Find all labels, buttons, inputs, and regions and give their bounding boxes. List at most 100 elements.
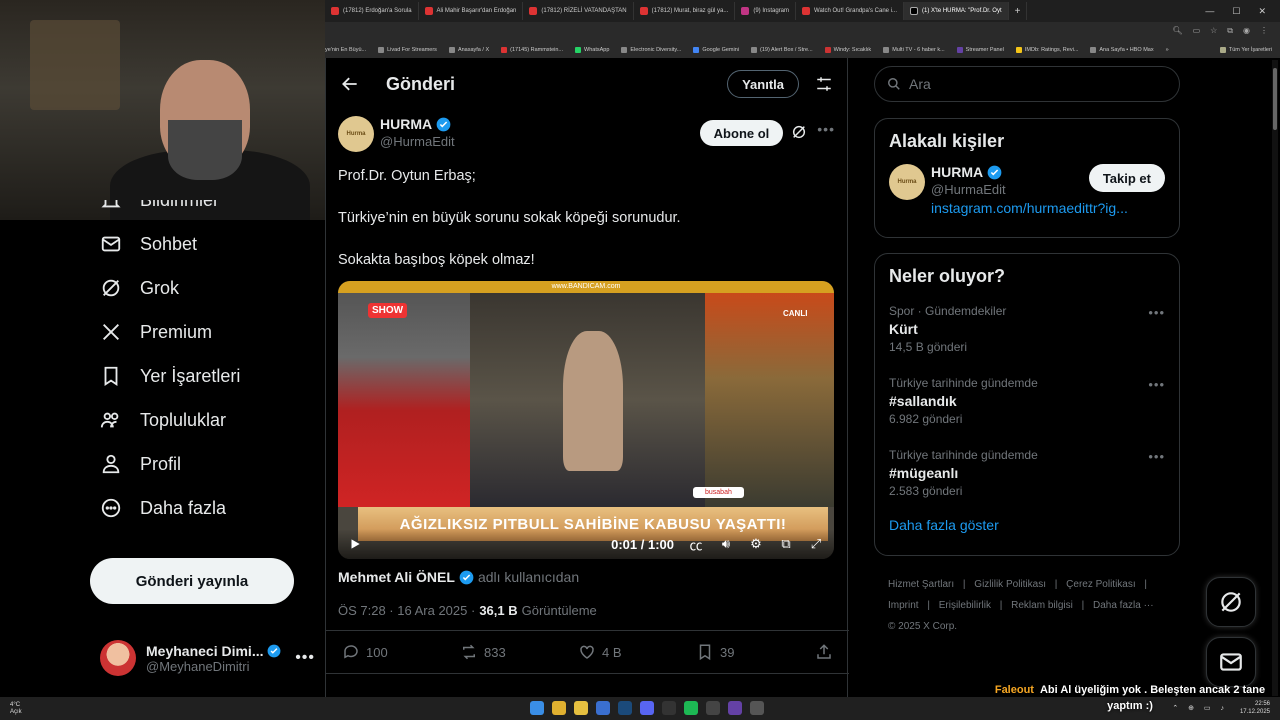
footer-link[interactable]: Reklam bilgisi — [1011, 600, 1073, 611]
discord-icon[interactable] — [640, 701, 654, 715]
browser-tab[interactable]: (17812) Murat, biraz gül ya... — [634, 2, 736, 20]
filter-icon[interactable] — [815, 75, 833, 93]
nav-item-communities[interactable]: Topluluklar — [90, 398, 320, 442]
app-icon[interactable] — [728, 701, 742, 715]
footer-link[interactable]: Çerez Politikası — [1066, 579, 1135, 590]
share-icon[interactable] — [815, 643, 833, 661]
post-more-icon[interactable]: ••• — [817, 121, 835, 137]
star-icon[interactable]: ☆ — [1210, 26, 1217, 36]
app-icon[interactable] — [706, 701, 720, 715]
footer-link[interactable]: Imprint — [888, 600, 919, 611]
menu-icon[interactable]: ⋮ — [1260, 26, 1268, 36]
trend-item[interactable]: Türkiye tarihinde gündemde #sallandık 6.… — [875, 365, 1179, 437]
footer-link[interactable]: Erişilebilirlik — [939, 600, 991, 611]
browser-tab[interactable]: Ali Mahir Başarır'dan Erdoğan — [419, 2, 524, 20]
settings-gear-icon[interactable]: ⚙ — [748, 536, 764, 552]
nav-item-chat[interactable]: Sohbet — [90, 222, 320, 266]
footer-link[interactable]: Daha fazla ··· — [1093, 600, 1154, 611]
maximize-icon[interactable]: ☐ — [1232, 6, 1240, 17]
bookmark[interactable]: Anasayfa / X — [448, 47, 489, 53]
reply-action[interactable]: 100 — [342, 643, 460, 661]
nav-item-notifications[interactable]: Bildirimler — [90, 200, 320, 222]
windows-start-icon[interactable] — [530, 701, 544, 715]
show-more-link[interactable]: Daha fazla göster — [875, 509, 1179, 547]
avatar[interactable]: Hurma — [338, 116, 374, 152]
bookmark[interactable]: Electronic Diversity... — [621, 47, 681, 53]
footer-link[interactable]: Gizlilik Politikası — [974, 579, 1046, 590]
nav-item-grok[interactable]: Grok — [90, 266, 320, 310]
fullscreen-icon[interactable]: ⤢ — [808, 536, 824, 552]
related-bio-link[interactable]: instagram.com/hurmaedittr?ig... — [931, 200, 1128, 216]
grok-fab-button[interactable] — [1206, 577, 1256, 627]
back-arrow-icon[interactable] — [340, 74, 360, 94]
nav-item-more[interactable]: Daha fazla — [90, 486, 320, 530]
reply-button[interactable]: Yanıtla — [727, 70, 799, 98]
related-person[interactable]: Hurma HURMA @HurmaEdit Takip et — [875, 152, 1179, 200]
source-author-name[interactable]: Mehmet Ali ÖNEL — [338, 569, 455, 585]
pip-icon[interactable]: ⧉ — [778, 536, 794, 552]
post-button[interactable]: Gönderi yayınla — [90, 558, 294, 604]
nav-item-profile[interactable]: Profil — [90, 442, 320, 486]
trend-more-icon[interactable]: ••• — [1148, 305, 1165, 320]
account-more-icon[interactable]: ••• — [295, 649, 315, 667]
captions-icon[interactable]: ㏄ — [688, 536, 704, 553]
nav-item-premium[interactable]: Premium — [90, 310, 320, 354]
trend-more-icon[interactable]: ••• — [1148, 449, 1165, 464]
messages-fab-button[interactable] — [1206, 637, 1256, 687]
bookmark[interactable]: Google Gemini — [693, 47, 739, 53]
volume-icon[interactable]: 🔊︎ — [718, 536, 734, 552]
play-icon[interactable] — [348, 537, 362, 551]
nav-item-bookmarks[interactable]: Yer İşaretleri — [90, 354, 320, 398]
trend-item[interactable]: Türkiye tarihinde gündemde #mügeanlı 2.5… — [875, 437, 1179, 509]
browser-tab-active[interactable]: (1) X'te HURMA: "Prof.Dr. Oyt — [904, 2, 1009, 20]
cast-icon[interactable]: ▭ — [1193, 26, 1201, 36]
bookmarks-overflow-button[interactable]: » — [1166, 47, 1169, 53]
follow-button[interactable]: Takip et — [1088, 164, 1165, 192]
bookmark[interactable]: Windy: Sıcaklık — [824, 47, 871, 53]
bookmark[interactable]: Streamer Panel — [956, 47, 1004, 53]
repost-action[interactable]: 833 — [460, 643, 578, 661]
subscribe-button[interactable]: Abone ol — [699, 120, 784, 146]
bookmark[interactable]: IMDb: Ratings, Revi... — [1015, 47, 1078, 53]
app-icon[interactable] — [596, 701, 610, 715]
browser-tab[interactable]: (9) Instagram — [735, 2, 797, 20]
footer-link[interactable]: Hizmet Şartları — [888, 579, 954, 590]
bookmark-action[interactable]: 39 — [696, 643, 814, 661]
avatar[interactable]: Hurma — [889, 164, 925, 200]
like-action[interactable]: 4 B — [578, 643, 696, 661]
scrollbar-thumb[interactable] — [1273, 68, 1277, 130]
trend-item[interactable]: Spor · Gündemdekiler Kürt 14,5 B gönderi… — [875, 293, 1179, 365]
browser-tab[interactable]: (17812) Erdoğan'a Sorula — [325, 2, 419, 20]
bookmark[interactable]: (19) Alert Box / Stre... — [751, 47, 813, 53]
file-explorer-icon[interactable] — [574, 701, 588, 715]
video-player[interactable]: www.BANDICAM.com SHOW CANLI busabah AĞIZ… — [338, 281, 834, 559]
bookmark[interactable]: (17145) Rammstein... — [501, 47, 563, 53]
post-timestamp[interactable]: ÖS 7:28 · 16 Ara 2025 · — [338, 603, 475, 618]
search-input[interactable]: Ara — [874, 66, 1180, 102]
page-scrollbar[interactable] — [1272, 60, 1278, 696]
zoom-icon[interactable]: 🔍︎ — [1172, 26, 1182, 36]
account-switcher[interactable]: Meyhaneci Dimi... @MeyhaneDimitri ••• — [100, 638, 315, 678]
grok-icon[interactable] — [791, 124, 807, 140]
author-handle[interactable]: @HurmaEdit — [380, 134, 455, 149]
app-icon[interactable] — [750, 701, 764, 715]
new-tab-button[interactable]: + — [1009, 2, 1028, 20]
chrome-icon[interactable] — [552, 701, 566, 715]
browser-tab[interactable]: Watch Out! Grandpa's Cane i... — [796, 2, 904, 20]
all-bookmarks-folder[interactable]: Tüm Yer İşaretleri — [1219, 47, 1280, 53]
app-icon[interactable] — [662, 701, 676, 715]
weather-widget[interactable]: 4°C Açık — [0, 702, 22, 716]
browser-tab[interactable]: (17812) RİZELİ VATANDAŞTAN — [523, 2, 634, 20]
minimize-icon[interactable]: — — [1205, 6, 1214, 17]
author-name-row[interactable]: HURMA — [380, 116, 455, 132]
extensions-icon[interactable]: ⧉ — [1227, 26, 1233, 36]
bookmark[interactable]: ye'nin En Büyü... — [325, 47, 366, 53]
bookmark[interactable]: Multi TV - 6 haber k... — [883, 47, 945, 53]
bookmark[interactable]: Livad For Streamers — [378, 47, 437, 53]
bookmark[interactable]: Ana Sayfa • HBO Max — [1090, 47, 1154, 53]
trend-more-icon[interactable]: ••• — [1148, 377, 1165, 392]
bookmark[interactable]: WhatsApp — [575, 47, 609, 53]
close-icon[interactable]: ✕ — [1258, 6, 1266, 17]
spotify-icon[interactable] — [684, 701, 698, 715]
profile-icon[interactable]: ◉ — [1243, 26, 1250, 36]
